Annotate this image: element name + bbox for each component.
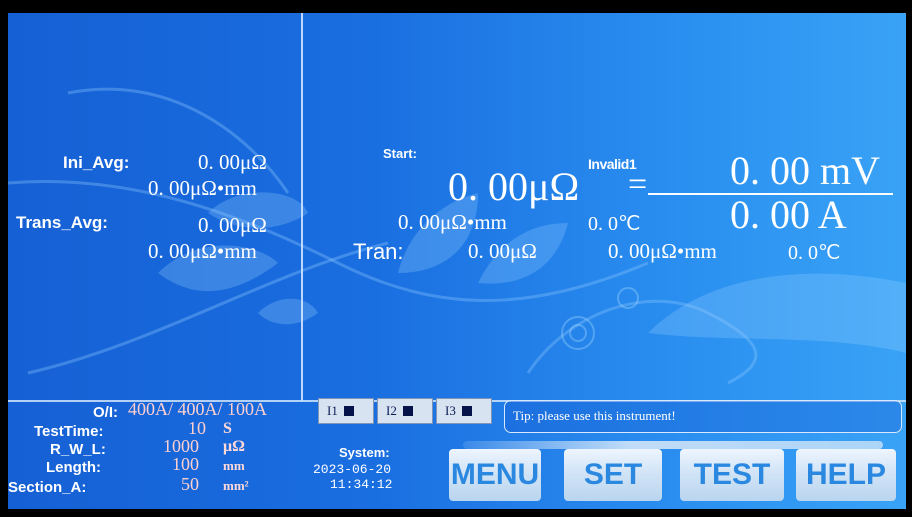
tip-box: Tip: please use this instrument! bbox=[504, 400, 902, 433]
rwl-label: R_W_L: bbox=[50, 441, 106, 458]
ini-avg-value: 0. 00μΩ bbox=[198, 150, 267, 174]
start-label: Start: bbox=[383, 146, 417, 161]
section-unit: mm² bbox=[223, 478, 249, 493]
system-date: 2023-06-20 bbox=[313, 462, 392, 477]
indicator-square-icon bbox=[402, 406, 413, 416]
channel-i2-button[interactable]: I2 bbox=[377, 398, 433, 424]
instrument-screen: Ini_Avg: 0. 00μΩ 0. 00μΩ•mm Trans_Avg: 0… bbox=[8, 13, 906, 509]
trans-avg-resistivity: 0. 00μΩ•mm bbox=[148, 239, 257, 263]
system-time: 11:34:12 bbox=[330, 477, 393, 492]
oi-value: 400A/ 400A/ 100A bbox=[128, 399, 267, 419]
indicator-square-icon bbox=[343, 406, 354, 416]
length-unit: mm bbox=[223, 458, 245, 473]
button-bar-highlight bbox=[463, 441, 883, 449]
indicator-square-icon bbox=[461, 406, 472, 416]
floral-background bbox=[8, 87, 906, 385]
rwl-unit: μΩ bbox=[223, 438, 245, 455]
testtime-label: TestTime: bbox=[34, 423, 104, 440]
channel-i3-label: I3 bbox=[445, 403, 456, 418]
testtime-unit: S bbox=[223, 420, 232, 437]
section-value: 50 bbox=[181, 474, 199, 494]
help-button[interactable]: HELP bbox=[796, 449, 896, 501]
channel-i1-button[interactable]: I1 bbox=[318, 398, 374, 424]
tran-temperature: 0. 0℃ bbox=[788, 242, 841, 264]
tran-resistivity: 0. 00μΩ•mm bbox=[608, 239, 717, 263]
section-label: Section_A: bbox=[8, 479, 87, 496]
voltage-value: 0. 00 mV bbox=[730, 148, 880, 193]
channel-i2-label: I2 bbox=[386, 403, 397, 418]
channel-i3-button[interactable]: I3 bbox=[436, 398, 492, 424]
set-button[interactable]: SET bbox=[564, 449, 662, 501]
panel-divider-vertical bbox=[301, 13, 303, 401]
channel-i1-label: I1 bbox=[327, 403, 338, 418]
ini-avg-label: Ini_Avg: bbox=[63, 153, 130, 172]
oi-label: O/I: bbox=[93, 404, 118, 421]
system-label: System: bbox=[339, 445, 390, 460]
test-button[interactable]: TEST bbox=[680, 449, 784, 501]
resistance-value: 0. 00μΩ bbox=[448, 164, 580, 209]
temperature-value: 0. 0℃ bbox=[588, 213, 641, 235]
equals-sign: = bbox=[628, 166, 648, 203]
ini-avg-resistivity: 0. 00μΩ•mm bbox=[148, 176, 257, 200]
resistivity-value: 0. 00μΩ•mm bbox=[398, 210, 507, 234]
tran-resistance: 0. 00μΩ bbox=[468, 239, 537, 263]
trans-avg-value: 0. 00μΩ bbox=[198, 213, 267, 237]
length-value: 100 bbox=[172, 454, 199, 474]
tran-label: Tran: bbox=[353, 239, 404, 264]
trans-avg-label: Trans_Avg: bbox=[16, 213, 108, 232]
menu-button[interactable]: MENU bbox=[449, 449, 541, 501]
tip-text: Tip: please use this instrument! bbox=[513, 408, 676, 423]
current-value: 0. 00 A bbox=[730, 192, 847, 237]
length-label: Length: bbox=[46, 459, 101, 476]
